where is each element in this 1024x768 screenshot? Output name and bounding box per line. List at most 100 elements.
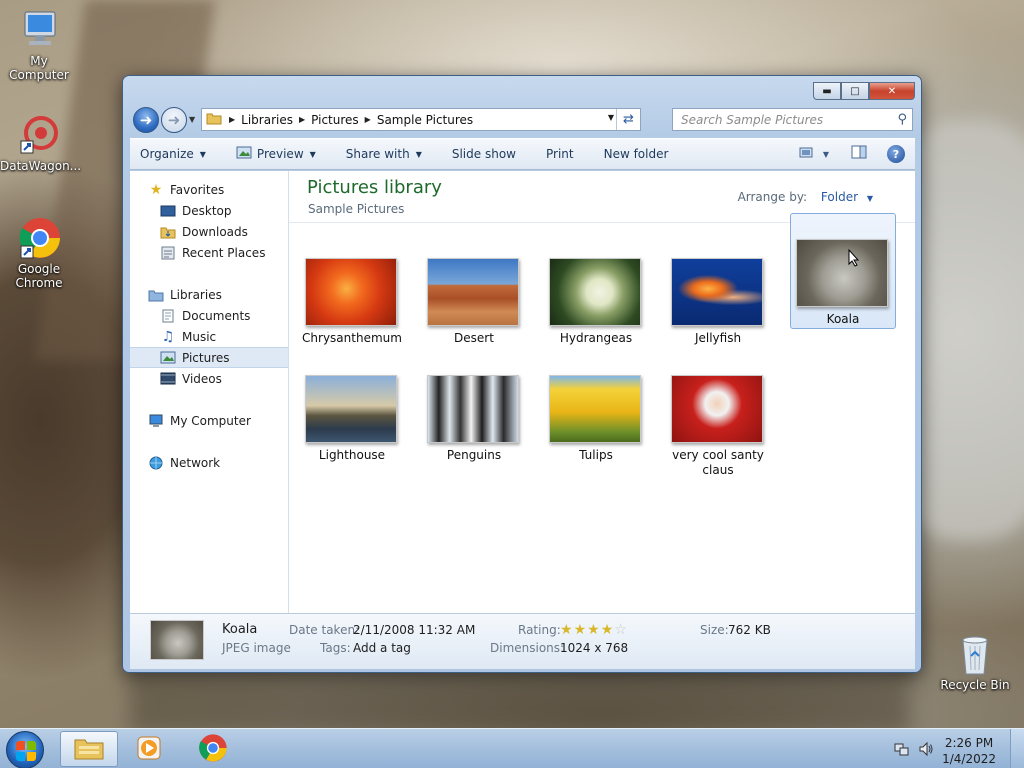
chrome-icon (17, 216, 61, 260)
tags-value[interactable]: Add a tag (353, 641, 411, 655)
rating-star-icon[interactable]: ☆ (614, 622, 628, 638)
file-name: Tulips (579, 448, 613, 462)
nav-recent-places[interactable]: Recent Places (130, 242, 288, 263)
thumbnail-jellyfish (671, 258, 763, 326)
address-bar[interactable]: ▶ Libraries ▶ Pictures ▶ Sample Pictures… (201, 108, 641, 131)
nav-videos[interactable]: Videos (130, 368, 288, 389)
file-tile-hydrangeas[interactable]: Hydrangeas (535, 233, 641, 349)
chevron-down-icon[interactable]: ▼ (867, 194, 873, 203)
nav-documents[interactable]: Documents (130, 305, 288, 326)
file-tile-penguins[interactable]: Penguins (413, 350, 519, 466)
view-controls: ▼ ? (785, 145, 905, 163)
music-icon: ♫ (161, 328, 175, 345)
network-icon (148, 456, 164, 470)
arrange-by-dropdown[interactable]: Folder (821, 190, 858, 204)
nav-my-computer[interactable]: My Computer (130, 410, 288, 431)
details-pane: Koala JPEG image Date taken: 2/11/2008 1… (130, 613, 915, 669)
breadcrumb-pictures[interactable]: Pictures (311, 113, 359, 127)
close-button[interactable]: ✕ (869, 82, 915, 100)
file-name: Lighthouse (318, 448, 386, 462)
rating-stars[interactable]: ★★★★☆ (560, 622, 628, 638)
refresh-button[interactable]: ⇄ (616, 109, 640, 130)
file-tile-desert[interactable]: Desert (413, 233, 519, 349)
file-tile-chrysanthemum[interactable]: Chrysanthemum (291, 233, 402, 349)
nav-label: Recent Places (182, 245, 266, 260)
nav-label: Libraries (170, 287, 222, 302)
file-tile-jellyfish[interactable]: Jellyfish (657, 233, 763, 349)
file-tile-very-cool-santy-claus[interactable]: very cool santy claus (657, 350, 764, 477)
tags-label: Tags: (320, 641, 351, 655)
forward-button[interactable]: ➜ (161, 107, 187, 133)
library-subtitle: Sample Pictures (308, 202, 405, 216)
preview-button[interactable]: Preview ▼ (236, 146, 316, 162)
rating-star-icon[interactable]: ★ (560, 622, 574, 638)
nav-downloads[interactable]: Downloads (130, 221, 288, 242)
maximize-button[interactable]: □ (841, 82, 869, 100)
chevron-down-icon: ▼ (415, 149, 422, 159)
explorer-folder-icon (73, 735, 105, 764)
file-name: very cool santy claus (672, 448, 764, 477)
thumbnail-penguins (427, 375, 519, 443)
desktop-icon-my-computer[interactable]: My Computer (0, 8, 78, 82)
help-icon[interactable]: ? (887, 145, 905, 163)
taskbar-chrome-button[interactable] (184, 731, 242, 767)
print-button[interactable]: Print (546, 147, 574, 161)
address-dropdown-icon[interactable]: ▼ (608, 113, 614, 122)
file-tile-koala[interactable]: Koala (790, 213, 896, 329)
file-tile-lighthouse[interactable]: Lighthouse (291, 350, 397, 466)
system-clock[interactable]: 2:26 PM 1/4/2022 (942, 735, 996, 767)
file-name: Koala (826, 312, 860, 326)
nav-label: Documents (182, 308, 251, 323)
breadcrumb-sample-pictures[interactable]: Sample Pictures (377, 113, 473, 127)
desktop-icon-google-chrome[interactable]: Google Chrome (0, 216, 78, 290)
start-button[interactable] (6, 731, 44, 768)
breadcrumb-libraries[interactable]: Libraries (241, 113, 293, 127)
network-status-icon[interactable] (894, 741, 910, 760)
show-desktop-button[interactable] (1010, 729, 1024, 768)
nav-desktop[interactable]: Desktop (130, 200, 288, 221)
search-icon[interactable]: ⚲ (897, 112, 907, 127)
share-with-label: Share with (345, 147, 410, 161)
arrange-by-label: Arrange by: (737, 190, 808, 204)
search-placeholder: Search Sample Pictures (681, 112, 824, 127)
nav-network[interactable]: Network (130, 452, 288, 473)
share-with-button[interactable]: Share with ▼ (346, 147, 422, 161)
back-arrow-icon: ➜ (139, 111, 153, 129)
recent-places-icon (160, 246, 176, 260)
nav-label: Music (182, 329, 217, 344)
minimize-button[interactable]: ▬ (813, 82, 841, 100)
details-file-name: Koala (222, 622, 258, 637)
forward-arrow-icon: ➜ (167, 111, 181, 129)
volume-icon[interactable] (918, 741, 934, 760)
nav-pictures[interactable]: Pictures (130, 347, 288, 368)
rating-star-icon[interactable]: ★ (574, 622, 588, 638)
desktop-icon-recycle-bin[interactable]: Recycle Bin (936, 632, 1014, 692)
organize-label: Organize (140, 147, 194, 161)
rating-star-icon[interactable]: ★ (601, 622, 615, 638)
search-input[interactable]: Search Sample Pictures ⚲ (672, 108, 913, 131)
chevron-right-icon[interactable]: ▶ (299, 115, 305, 124)
file-tile-tulips[interactable]: Tulips (535, 350, 641, 466)
downloads-folder-icon (160, 225, 176, 239)
organize-button[interactable]: Organize ▼ (140, 147, 206, 161)
chevron-right-icon[interactable]: ▶ (365, 115, 371, 124)
taskbar-explorer-button[interactable] (60, 731, 118, 767)
recent-pages-dropdown[interactable]: ▼ (189, 115, 195, 124)
nav-label: Videos (182, 371, 222, 386)
nav-libraries[interactable]: Libraries (130, 284, 288, 305)
nav-favorites[interactable]: ★ Favorites (130, 179, 288, 200)
change-view-icon[interactable] (799, 146, 815, 163)
desktop-icon-datawagon[interactable]: DataWagon... (0, 113, 81, 173)
file-name: Penguins (446, 448, 502, 462)
preview-pane-icon[interactable] (851, 145, 867, 163)
taskbar-media-player-button[interactable] (120, 731, 178, 767)
nav-label: My Computer (170, 413, 251, 428)
details-file-type: JPEG image (222, 641, 291, 655)
back-button[interactable]: ➜ (133, 107, 159, 133)
new-folder-button[interactable]: New folder (604, 147, 669, 161)
nav-music[interactable]: ♫ Music (130, 326, 288, 347)
slide-show-button[interactable]: Slide show (452, 147, 516, 161)
view-options-dropdown-icon[interactable]: ▼ (823, 150, 829, 159)
date-taken-value[interactable]: 2/11/2008 11:32 AM (353, 623, 475, 637)
rating-star-icon[interactable]: ★ (587, 622, 601, 638)
